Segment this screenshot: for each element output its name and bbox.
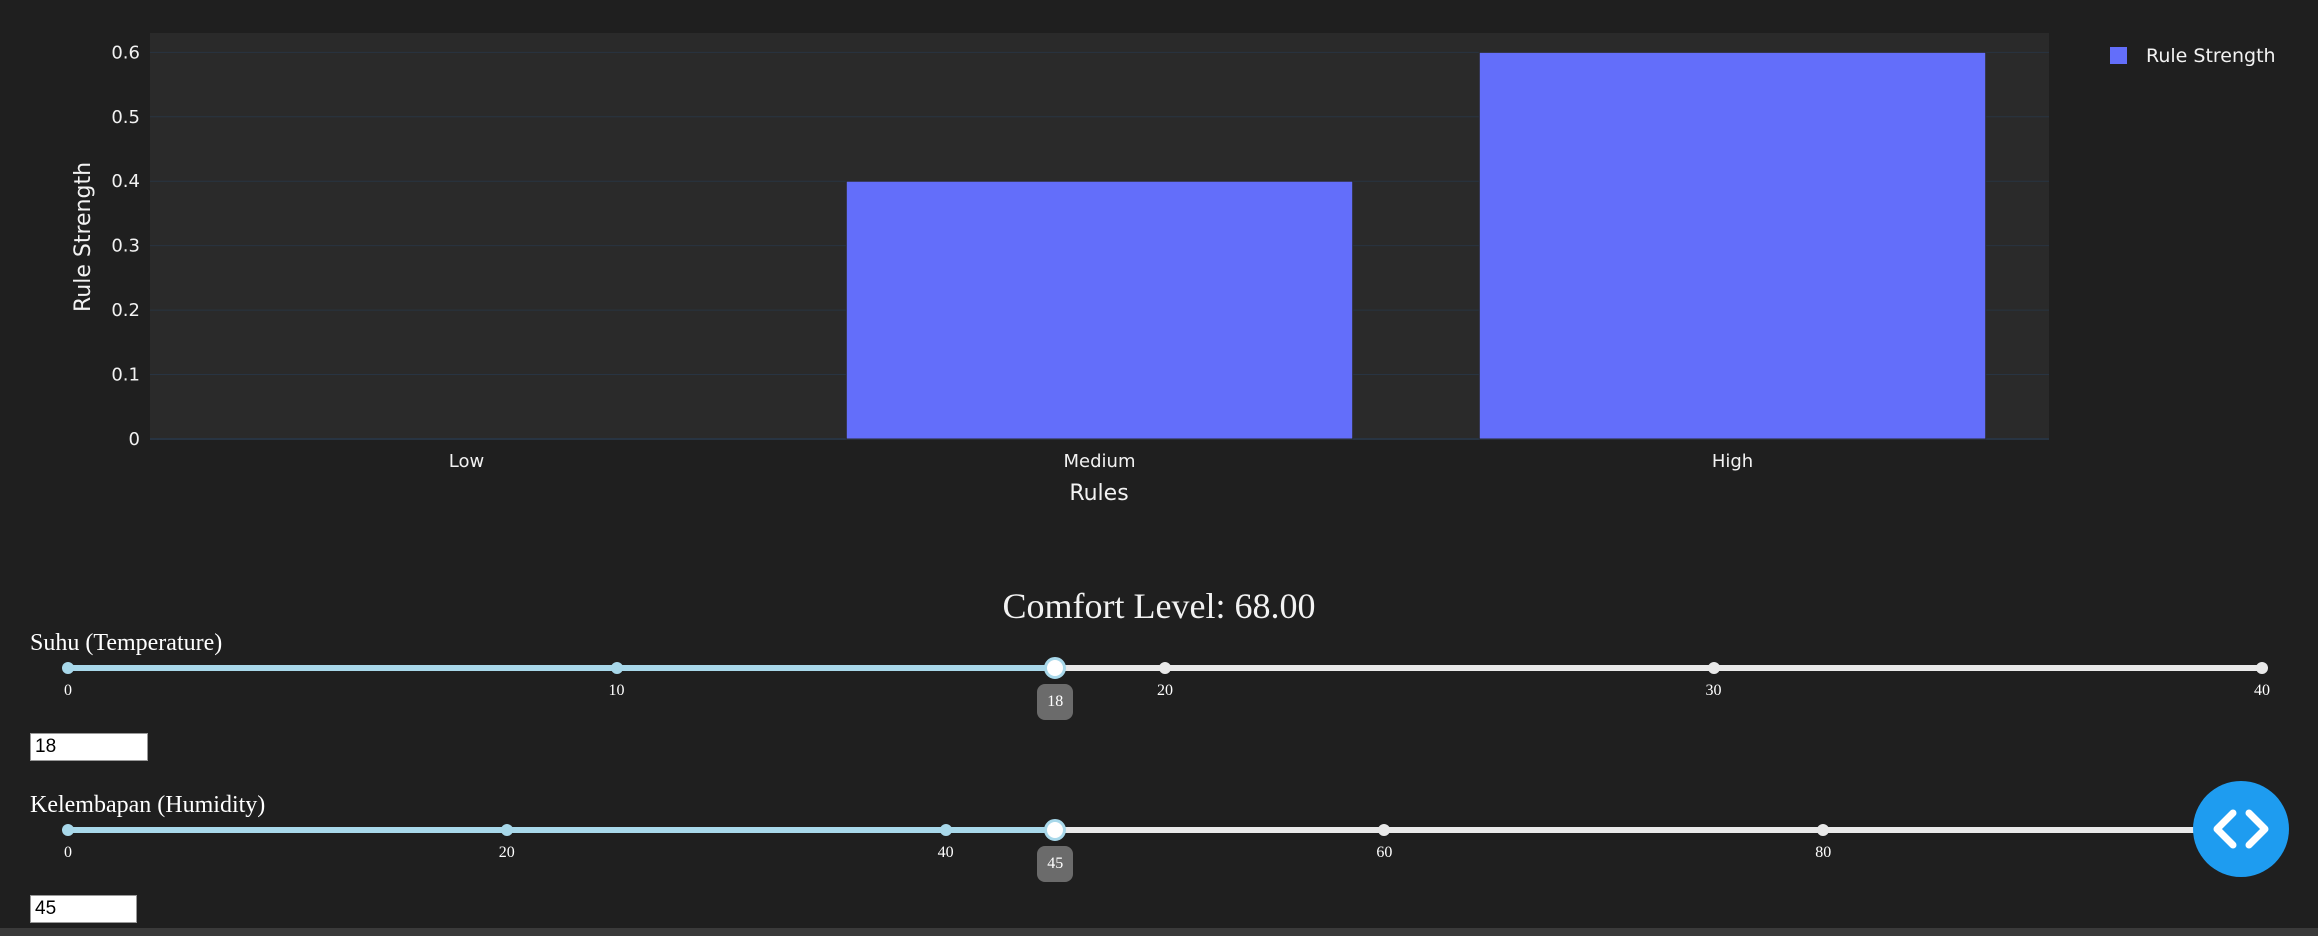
temperature-input[interactable] [30,733,148,761]
humidity-input[interactable] [30,895,137,923]
slider-mark[interactable] [2256,662,2268,674]
y-tick-label: 0.3 [111,236,140,257]
rule-strength-chart: 00.10.20.30.40.50.6 Low Medium High Rules … [71,33,2276,506]
slider-value-tooltip: 45 [1037,846,1074,882]
slider-track-fill [68,827,1056,833]
slider-track-fill [68,665,1056,671]
x-axis-ticks: Low Medium High [449,451,1753,472]
y-axis-ticks: 0 0.1 0.2 0.3 0.4 0.5 0.6 [111,42,140,450]
x-tick-label: Low [449,451,484,472]
y-tick-label: 0.6 [111,42,140,63]
slider-mark-label: 0 [64,682,72,699]
slider-mark-label: 80 [1815,844,1832,861]
humidity-label: Kelembapan (Humidity) [30,792,266,818]
slider-mark[interactable] [610,662,623,674]
slider-mark[interactable] [62,824,74,836]
code-toggle-button[interactable] [2193,781,2289,877]
slider-mark-label: 40 [2254,682,2270,699]
slider-mark[interactable] [1378,824,1391,836]
slider-mark-label: 10 [608,682,625,699]
bottom-scrollbar[interactable] [0,928,2318,936]
comfort-level-text: Comfort Level: 68.00 [1002,586,1316,626]
slider-mark[interactable] [1817,824,1830,836]
slider-mark-label: 40 [937,844,954,861]
slider-handle[interactable] [1044,657,1067,679]
slider-mark[interactable] [62,662,74,674]
y-tick-label: 0.5 [111,107,140,128]
slider-mark-label: 0 [64,844,72,861]
slider-mark[interactable] [1707,662,1720,674]
humidity-slider[interactable]: 0 20 40 60 80 45 [62,819,2268,890]
slider-mark-label: 20 [1157,682,1173,699]
slider-mark-label: 60 [1376,844,1393,861]
legend-swatch [2110,47,2127,64]
bar-medium[interactable] [845,180,1354,440]
y-tick-label: 0.2 [111,300,140,321]
slider-mark-label: 30 [1705,682,1722,699]
slider-mark-label: 20 [498,844,515,861]
slider-value-tooltip: 18 [1037,684,1074,720]
x-tick-label: Medium [1064,451,1136,472]
x-axis-title: Rules [1069,481,1128,506]
slider-mark[interactable] [500,824,513,836]
temperature-label: Suhu (Temperature) [30,630,223,656]
y-tick-label: 0.4 [111,171,140,192]
legend-label: Rule Strength [2146,45,2276,67]
bar-high[interactable] [1478,51,1987,440]
y-tick-label: 0 [129,429,140,450]
slider-handle[interactable] [1044,819,1067,841]
code-icon [2213,809,2269,849]
slider-mark[interactable] [939,824,952,836]
y-axis-title: Rule Strength [71,162,96,312]
x-tick-label: High [1712,451,1753,472]
slider-mark[interactable] [1159,662,1171,674]
y-tick-label: 0.1 [111,365,140,386]
legend[interactable]: Rule Strength [2110,45,2276,67]
temperature-slider[interactable]: 0 10 20 30 40 18 [62,657,2270,728]
